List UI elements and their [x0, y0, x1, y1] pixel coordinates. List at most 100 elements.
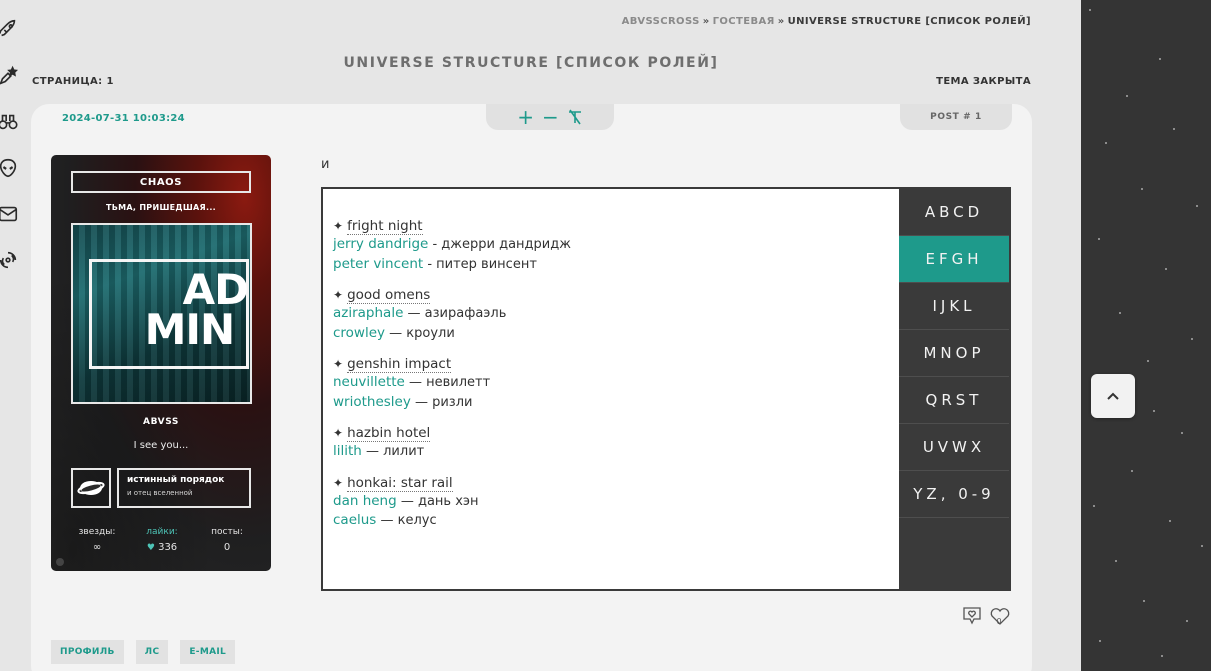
alphabet-tab[interactable]: QRST [899, 377, 1009, 424]
breadcrumb: abvsscross» гостевая» universe structure [… [622, 16, 1031, 27]
alphabet-tabs: ABCD EFGH IJKL MNOP QRST UVWX YZ, 0-9 [899, 189, 1009, 589]
post-intro-text: и [321, 157, 330, 172]
font-size-controls: + − [486, 104, 614, 130]
author-profile-card: chaos тьма, пришедшая... AD MIN abvss I s… [51, 155, 271, 571]
fandom-title: ✦ honkai: star rail [333, 474, 893, 492]
mail-icon[interactable] [0, 203, 19, 225]
reset-format-icon[interactable] [567, 109, 583, 125]
character-ru-name: — невилетт [404, 375, 491, 390]
character-ru-name: — лилит [361, 444, 425, 459]
author-nick: abvss [143, 417, 179, 427]
like-count: 0 [996, 616, 1002, 626]
fandom-title: ✦ good omens [333, 286, 893, 304]
fandom-block: ✦ hazbin hotel lilith — лилит [333, 424, 893, 462]
stat-value: 336 [158, 542, 178, 553]
post-card: 2024-07-31 10:03:24 + − post # 1 chaos т… [31, 104, 1032, 671]
alien-icon[interactable] [0, 157, 19, 179]
fandom-link[interactable]: good omens [347, 287, 431, 304]
alphabet-tab[interactable]: UVWX [899, 424, 1009, 471]
zoom-in-button[interactable]: + [517, 107, 534, 127]
fandom-block: ✦ good omens aziraphale — азирафаэль crowle… [333, 286, 893, 343]
breadcrumb-current: universe structure [список ролей] [787, 16, 1031, 27]
author-name[interactable]: chaos [71, 171, 251, 193]
dislike-icon[interactable] [960, 604, 984, 628]
role-row: wriothesley — ризли [333, 393, 893, 413]
author-rank: истинный порядок и отец вселенной [117, 468, 251, 508]
stat-label: звезды: [78, 527, 116, 537]
character-link[interactable]: aziraphale [333, 305, 403, 321]
avatar-text-line: AD [182, 265, 249, 314]
fandom-title: ✦ fright night [333, 217, 893, 235]
character-ru-name: — дань хэн [396, 493, 479, 509]
character-link[interactable]: crowley [333, 325, 385, 341]
alphabet-tab[interactable]: IJKL [899, 283, 1009, 330]
stat-stars: звезды: ∞ [67, 527, 127, 553]
alphabet-tab[interactable]: MNOP [899, 330, 1009, 377]
character-ru-name: - джерри дандридж [428, 237, 571, 252]
stat-posts: посты: 0 [197, 527, 257, 553]
galaxy-icon[interactable] [0, 249, 19, 271]
avatar-text-line: MIN [144, 305, 236, 354]
role-list-box: ✦ fright night jerry dandrige - джерри дан… [321, 187, 1011, 591]
planet-icon [71, 468, 111, 508]
private-message-button[interactable]: лс [135, 640, 169, 664]
role-row: neuvillette — невилетт [333, 373, 893, 393]
scroll-to-top-button[interactable] [1091, 374, 1135, 418]
alphabet-tab[interactable]: ABCD [899, 189, 1009, 236]
like-icon[interactable]: 0 [988, 604, 1012, 628]
character-link[interactable]: caelus [333, 512, 376, 528]
role-row: caelus — келус [333, 511, 893, 531]
character-link[interactable]: lilith [333, 443, 362, 459]
author-stats: звезды: ∞ лайки: ♥ 336 посты: 0 [67, 527, 257, 553]
breadcrumb-link-section[interactable]: гостевая [713, 16, 775, 27]
profile-button[interactable]: профиль [51, 640, 124, 664]
topic-status: тема закрыта [936, 76, 1031, 87]
stat-value: 0 [223, 542, 231, 553]
rocket-icon[interactable] [0, 18, 19, 40]
alphabet-tab[interactable]: EFGH [899, 236, 1009, 283]
stat-likes: лайки: ♥ 336 [132, 527, 192, 553]
character-ru-name: — азирафаэль [403, 306, 507, 321]
character-link[interactable]: jerry dandrige [333, 236, 428, 252]
online-indicator [56, 558, 64, 566]
email-button[interactable]: e-mail [180, 640, 236, 664]
alphabet-tab[interactable]: YZ, 0-9 [899, 471, 1009, 518]
fandom-link[interactable]: hazbin hotel [347, 425, 431, 442]
starfield-background [1081, 0, 1211, 671]
role-row: crowley — кроули [333, 324, 893, 344]
character-link[interactable]: dan heng [333, 493, 397, 509]
page-title: universe structure [список ролей] [343, 55, 719, 71]
avatar: AD MIN [71, 223, 252, 404]
heart-icon: ♥ [146, 543, 155, 553]
character-link[interactable]: neuvillette [333, 374, 405, 390]
stat-value: ∞ [92, 542, 102, 553]
zoom-out-button[interactable]: − [542, 107, 559, 127]
character-link[interactable]: wriothesley [333, 394, 411, 410]
role-row: lilith — лилит [333, 442, 893, 462]
stat-label: лайки: [146, 527, 178, 537]
fandom-block: ✦ fright night jerry dandrige - джерри дан… [333, 217, 893, 274]
author-quote: I see you... [133, 440, 189, 451]
character-ru-name: - питер винсент [423, 256, 537, 272]
binoculars-icon[interactable] [0, 111, 19, 133]
post-actions: профиль лс e-mail [51, 640, 236, 664]
role-row: peter vincent - питер винсент [333, 255, 893, 275]
fandom-title: ✦ genshin impact [333, 355, 893, 373]
role-row: dan heng — дань хэн [333, 492, 893, 512]
post-date[interactable]: 2024-07-31 10:03:24 [62, 113, 185, 124]
diamond-icon: ✦ [333, 475, 344, 490]
character-ru-name: — ризли [410, 394, 473, 410]
fandom-link[interactable]: fright night [347, 218, 423, 235]
chevron-up-icon [1107, 392, 1119, 400]
post-number[interactable]: post # 1 [900, 104, 1012, 130]
breadcrumb-separator: » [702, 16, 710, 27]
fandom-link[interactable]: honkai: star rail [347, 474, 453, 492]
fandom-link[interactable]: genshin impact [347, 356, 452, 373]
role-row: aziraphale — азирафаэль [333, 304, 893, 324]
breadcrumb-link-forum[interactable]: abvsscross [622, 16, 700, 27]
character-link[interactable]: peter vincent [333, 256, 423, 272]
rank-subtitle: и отец вселенной [127, 489, 193, 497]
role-list: ✦ fright night jerry dandrige - джерри дан… [333, 217, 893, 531]
fandom-block: ✦ genshin impact neuvillette — невилетт wri… [333, 355, 893, 412]
diamond-icon: ✦ [333, 219, 344, 233]
